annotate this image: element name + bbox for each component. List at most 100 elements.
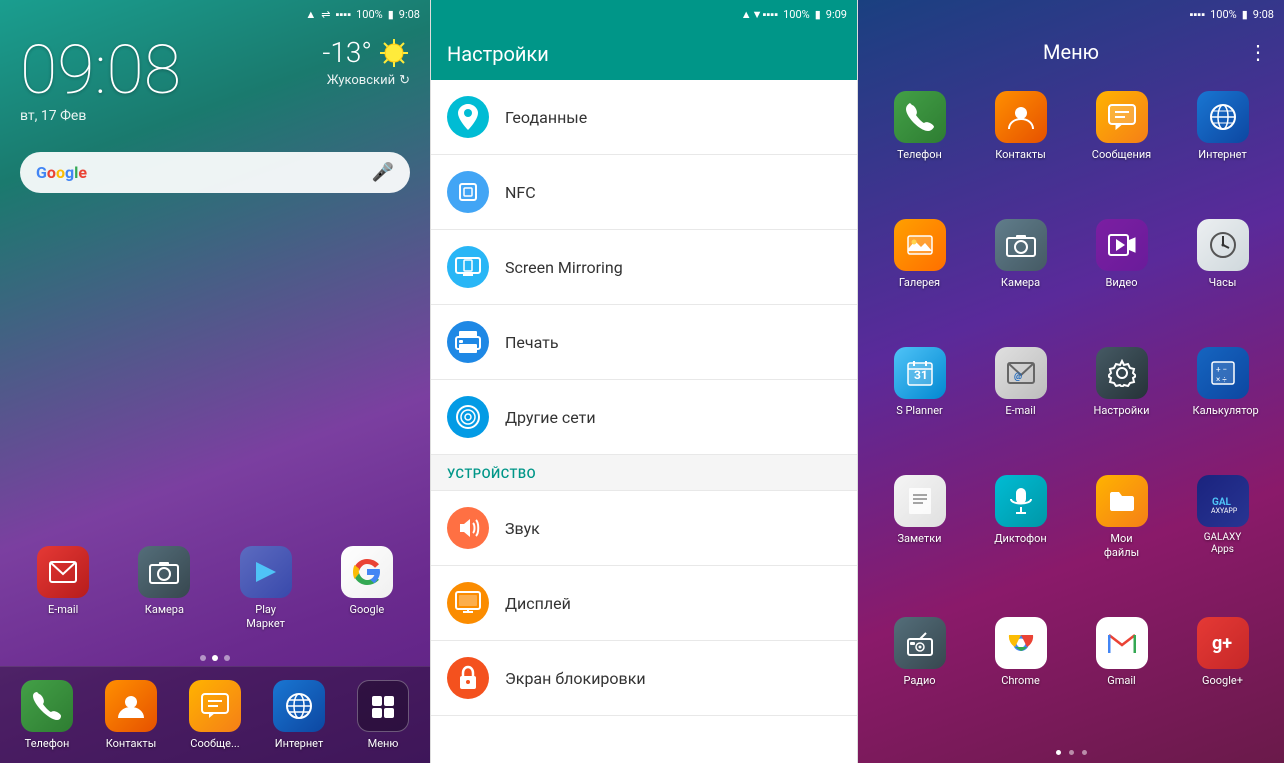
phone-app-icon <box>894 91 946 143</box>
recorder-app-label: Диктофон <box>994 532 1047 545</box>
svg-text:AXYAPPS: AXYAPPS <box>1211 507 1237 515</box>
dock-camera-app[interactable]: Камера <box>116 541 212 634</box>
settings-lock-screen[interactable]: Экран блокировки <box>431 641 857 716</box>
app-calc[interactable]: + − × ÷ Калькулятор <box>1176 342 1269 462</box>
refresh-icon[interactable]: ↻ <box>399 73 410 88</box>
home-time: 9:08 <box>399 8 420 21</box>
dock-google-label: Google <box>350 603 385 616</box>
app-settings[interactable]: Настройки <box>1075 342 1168 462</box>
bottom-dock: Телефон Контакты Сообще... Интернет <box>0 666 430 763</box>
svg-text:g+: g+ <box>1212 633 1232 654</box>
bottom-contacts-app[interactable]: Контакты <box>89 675 173 755</box>
print-icon-wrap <box>447 321 489 363</box>
app-gallery[interactable]: Галерея <box>873 214 966 334</box>
settings-sound-label: Звук <box>505 519 540 538</box>
weather-sun-icon <box>378 37 410 69</box>
settings-networks-label: Другие сети <box>505 408 596 427</box>
bottom-menu-app[interactable]: Меню <box>341 675 425 755</box>
dock-play-app[interactable]: Play Маркет <box>218 541 314 634</box>
chrome-app-icon <box>995 617 1047 669</box>
settings-time: 9:09 <box>826 8 847 21</box>
settings-list: Геоданные NFC Screen Mirroring Печать <box>431 80 857 763</box>
settings-status-bar: ▲▼▪▪▪▪ 100% ▮ 9:09 <box>431 0 857 28</box>
settings-sound[interactable]: Звук <box>431 491 857 566</box>
google-logo: Google <box>36 163 87 182</box>
app-phone[interactable]: Телефон <box>873 86 966 206</box>
app-notes[interactable]: Заметки <box>873 470 966 603</box>
apps-title: Меню <box>1043 40 1099 64</box>
app-splanner[interactable]: 31 S Planner <box>873 342 966 462</box>
apps-grid: Телефон Контакты Сообщения Интернет Га <box>858 76 1284 742</box>
app-contacts[interactable]: Контакты <box>974 86 1067 206</box>
home-screen: ▲ ⇌ ▪▪▪▪ 100% ▮ 9:08 09:08 вт, 17 Фев -1… <box>0 0 430 763</box>
settings-other-networks[interactable]: Другие сети <box>431 380 857 455</box>
home-signal-bars: ▪▪▪▪ <box>336 8 352 21</box>
settings-section-device: УСТРОЙСТВО <box>431 455 857 491</box>
network-icon-wrap <box>447 396 489 438</box>
apps-drawer: ▪▪▪▪ 100% ▮ 9:08 Меню ⋮ Телефон Контакты… <box>858 0 1284 763</box>
dock-google-app[interactable]: Google <box>319 541 415 634</box>
bottom-phone-app[interactable]: Телефон <box>5 675 89 755</box>
bottom-contacts-label: Контакты <box>106 737 157 750</box>
app-recorder[interactable]: Диктофон <box>974 470 1067 603</box>
sound-icon-wrap <box>447 507 489 549</box>
weather-temp-value: -13° <box>322 36 372 69</box>
bottom-menu-label: Меню <box>368 737 399 750</box>
clock-area: 09:08 вт, 17 Фев <box>20 36 322 124</box>
microphone-icon[interactable]: 🎤 <box>372 162 394 183</box>
location-icon-wrap <box>447 96 489 138</box>
notes-app-label: Заметки <box>897 532 941 545</box>
app-camera2[interactable]: Камера <box>974 214 1067 334</box>
app-gplus[interactable]: g+ Google+ <box>1176 612 1269 732</box>
weather-city-name: Жуковский <box>327 73 395 88</box>
apps-menu-button[interactable]: ⋮ <box>1248 40 1268 64</box>
settings-display[interactable]: Дисплей <box>431 566 857 641</box>
home-spacer <box>0 203 430 531</box>
bottom-menu-icon <box>357 680 409 732</box>
calc-app-label: Калькулятор <box>1193 404 1253 417</box>
dock-email-app[interactable]: E-mail <box>15 541 111 634</box>
myfiles-app-label: Мои файлы <box>1092 532 1152 558</box>
settings-lock-label: Экран блокировки <box>505 669 646 688</box>
google-icon <box>341 546 393 598</box>
app-internet[interactable]: Интернет <box>1176 86 1269 206</box>
bottom-sms-app[interactable]: Сообще... <box>173 675 257 755</box>
search-bar[interactable]: Google 🎤 <box>20 152 410 193</box>
bottom-browser-app[interactable]: Интернет <box>257 675 341 755</box>
app-email2[interactable]: @ E-mail <box>974 342 1067 462</box>
app-gmail[interactable]: Gmail <box>1075 612 1168 732</box>
home-weather: -13° Жуковский ↻ <box>322 36 410 88</box>
app-sms[interactable]: Сообщения <box>1075 86 1168 206</box>
video-app-icon <box>1096 219 1148 271</box>
settings-title: Настройки <box>447 42 549 66</box>
apps-header: Меню ⋮ <box>858 28 1284 76</box>
gmail-app-icon <box>1096 617 1148 669</box>
app-galaxy-apps[interactable]: GAL AXYAPPS GALAXY Apps <box>1176 470 1269 603</box>
settings-print[interactable]: Печать <box>431 305 857 380</box>
weather-city: Жуковский ↻ <box>327 73 410 88</box>
calc-app-icon: + − × ÷ <box>1197 347 1249 399</box>
settings-geodata[interactable]: Геоданные <box>431 80 857 155</box>
internet-app-icon <box>1197 91 1249 143</box>
bottom-phone-label: Телефон <box>25 737 70 750</box>
indicator-dot-2 <box>212 655 218 661</box>
bottom-sms-label: Сообще... <box>190 737 239 750</box>
gplus-app-label: Google+ <box>1202 674 1243 687</box>
screen-icon-wrap <box>447 246 489 288</box>
app-clock[interactable]: Часы <box>1176 214 1269 334</box>
settings-print-label: Печать <box>505 333 559 352</box>
settings-nfc[interactable]: NFC <box>431 155 857 230</box>
myfiles-app-icon <box>1096 475 1148 527</box>
svg-text:× ÷: × ÷ <box>1216 375 1227 384</box>
nfc-icon-wrap <box>447 171 489 213</box>
radio-app-label: Радио <box>903 674 935 687</box>
settings-panel: ▲▼▪▪▪▪ 100% ▮ 9:09 Настройки Геоданные N… <box>430 0 858 763</box>
app-myfiles[interactable]: Мои файлы <box>1075 470 1168 603</box>
app-chrome[interactable]: Chrome <box>974 612 1067 732</box>
camera2-app-label: Камера <box>1001 276 1040 289</box>
dock-camera-label: Камера <box>145 603 184 616</box>
splanner-app-icon: 31 <box>894 347 946 399</box>
settings-screen-mirroring[interactable]: Screen Mirroring <box>431 230 857 305</box>
app-radio[interactable]: Радио <box>873 612 966 732</box>
app-video[interactable]: Видео <box>1075 214 1168 334</box>
